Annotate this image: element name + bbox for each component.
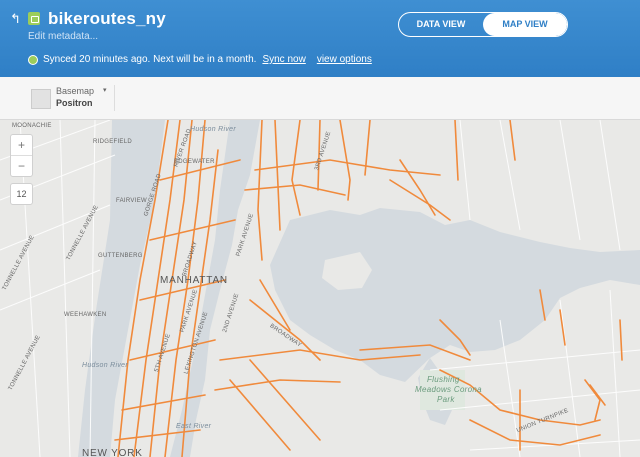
zoom-control: + − (10, 134, 33, 177)
basemap-value[interactable]: Positron (56, 98, 93, 108)
map-toolbar (0, 77, 640, 120)
label-flushing-park-3: Park (437, 395, 455, 404)
app-header: ↰ bikeroutes_ny Edit metadata... Synced … (0, 0, 640, 77)
edit-metadata-link[interactable]: Edit metadata... (28, 31, 98, 42)
view-toggle: DATA VIEW MAP VIEW (398, 12, 568, 37)
label-new-york: NEW YORK (82, 448, 143, 457)
label-manhattan: MANHATTAN (160, 275, 228, 286)
label-weehawken: WEEHAWKEN (64, 312, 107, 318)
label-fairview: FAIRVIEW (116, 198, 147, 204)
dataset-title[interactable]: bikeroutes_ny (48, 9, 166, 29)
label-flushing-park-2: Meadows Corona (415, 385, 482, 394)
zoom-level-indicator: 12 (10, 183, 33, 205)
sync-now-link[interactable]: Sync now (262, 54, 305, 65)
data-view-tab[interactable]: DATA VIEW (399, 13, 483, 36)
sync-text: Synced 20 minutes ago. Next will be in a… (43, 54, 257, 65)
back-arrow-icon[interactable]: ↰ (10, 12, 21, 26)
basemap-thumbnail[interactable] (31, 89, 51, 109)
view-options-link[interactable]: view options (317, 54, 372, 65)
zoom-out-button[interactable]: − (11, 156, 32, 176)
sync-status: Synced 20 minutes ago. Next will be in a… (28, 54, 372, 65)
toolbar-divider (114, 85, 115, 111)
lock-icon (28, 12, 40, 25)
label-ridgefield: RIDGEFIELD (93, 139, 133, 145)
zoom-in-button[interactable]: + (11, 135, 32, 156)
label-east-river: East River (176, 423, 212, 430)
map-canvas[interactable]: MOONACHIE RIDGEFIELD EDGEWATER FAIRVIEW … (0, 120, 640, 457)
label-guttenberg: GUTTENBERG (98, 253, 143, 259)
label-flushing-park-1: Flushing (427, 375, 460, 384)
sync-status-icon (28, 54, 38, 65)
chevron-down-icon[interactable]: ▾ (103, 86, 107, 94)
label-hudson-river-lower: Hudson River (82, 362, 129, 369)
basemap-label[interactable]: Basemap (56, 86, 94, 96)
map-view-tab[interactable]: MAP VIEW (483, 13, 567, 36)
label-moonachie: MOONACHIE (12, 123, 52, 129)
label-hudson-river-upper: Hudson River (190, 126, 237, 133)
